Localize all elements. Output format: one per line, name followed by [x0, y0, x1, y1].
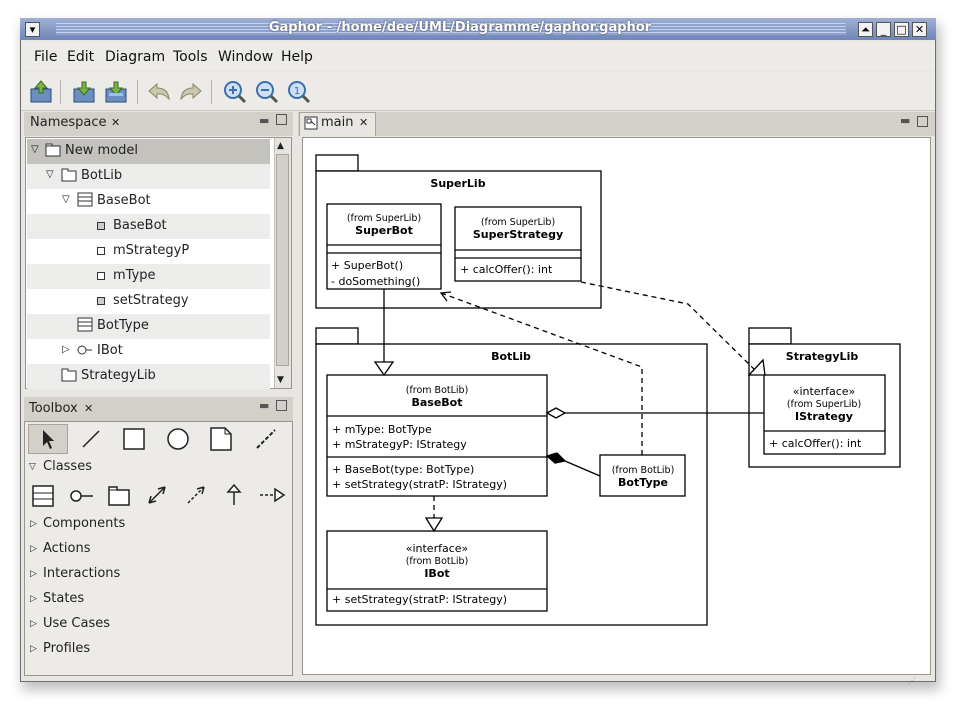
- istrategy-stereotype: «interface»: [793, 385, 856, 398]
- istrategy-from: (from SuperLib): [787, 399, 861, 410]
- bottype-name: BotType: [618, 476, 668, 489]
- basebot-from: (from BotLib): [406, 385, 469, 396]
- basebot-attr: + mStrategyP: IStrategy: [332, 438, 467, 451]
- ibot-from: (from BotLib): [406, 556, 469, 567]
- superbot-op: + SuperBot(): [331, 259, 403, 272]
- ibot-stereotype: «interface»: [406, 542, 469, 555]
- package-superlib-name: SuperLib: [430, 177, 485, 190]
- package-strategylib-tab: [748, 327, 792, 345]
- uml-diagram: SuperLib BotLib StrategyLib (from SuperL…: [315, 154, 901, 626]
- istrategy-op: + calcOffer(): int: [769, 437, 862, 450]
- basebot-attr: + mType: BotType: [332, 423, 432, 436]
- basebot-op: + BaseBot(type: BotType): [332, 463, 474, 476]
- superbot-op: - doSomething(): [331, 275, 420, 288]
- package-botlib-name: BotLib: [491, 350, 531, 363]
- bottype-from: (from BotLib): [612, 465, 675, 476]
- package-botlib-tab: [315, 327, 359, 345]
- superbot-name: SuperBot: [355, 224, 413, 237]
- package-strategylib-name: StrategyLib: [786, 350, 859, 363]
- basebot-op: + setStrategy(stratP: IStrategy): [332, 478, 507, 491]
- ibot-op: + setStrategy(stratP: IStrategy): [332, 593, 507, 606]
- resize-grip-icon[interactable]: ⋰: [908, 676, 916, 685]
- ibot-name: IBot: [424, 567, 449, 580]
- superbot-from: (from SuperLib): [347, 213, 421, 224]
- superstrategy-name: SuperStrategy: [473, 228, 563, 241]
- basebot-name: BaseBot: [411, 396, 462, 409]
- istrategy-name: IStrategy: [795, 410, 853, 423]
- package-superlib-tab: [315, 154, 359, 172]
- superstrategy-from: (from SuperLib): [481, 217, 555, 228]
- superstrategy-op: + calcOffer(): int: [460, 263, 553, 276]
